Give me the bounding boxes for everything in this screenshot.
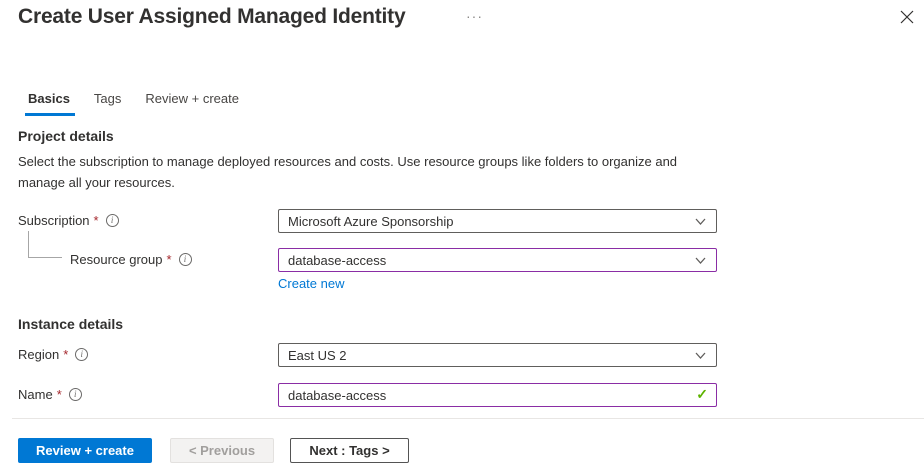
resource-group-field: database-access: [278, 248, 717, 272]
more-options-icon[interactable]: ···: [466, 8, 483, 24]
project-details-description: Select the subscription to manage deploy…: [18, 151, 690, 193]
region-dropdown[interactable]: East US 2: [278, 343, 717, 367]
subscription-field: Microsoft Azure Sponsorship: [278, 209, 717, 233]
resource-group-label-row: Resource group * i: [70, 252, 192, 267]
footer-divider: [12, 418, 924, 419]
info-icon[interactable]: i: [69, 388, 82, 401]
create-new-link[interactable]: Create new: [278, 276, 344, 291]
instance-details-heading: Instance details: [18, 316, 123, 332]
resource-group-dropdown[interactable]: database-access: [278, 248, 717, 272]
region-field: East US 2: [278, 343, 717, 367]
name-input[interactable]: [278, 383, 717, 407]
resource-group-label: Resource group: [70, 252, 163, 267]
region-label-row: Region * i: [18, 347, 88, 362]
info-icon[interactable]: i: [179, 253, 192, 266]
subscription-dropdown[interactable]: Microsoft Azure Sponsorship: [278, 209, 717, 233]
region-label: Region: [18, 347, 59, 362]
tab-basics[interactable]: Basics: [18, 85, 80, 116]
tab-tags[interactable]: Tags: [84, 85, 131, 116]
info-icon[interactable]: i: [75, 348, 88, 361]
name-label-row: Name * i: [18, 387, 82, 402]
wizard-tabs: Basics Tags Review + create: [18, 85, 253, 116]
required-asterisk: *: [63, 347, 68, 362]
required-asterisk: *: [94, 213, 99, 228]
info-icon[interactable]: i: [106, 214, 119, 227]
close-icon[interactable]: [896, 6, 918, 28]
create-identity-panel: Create User Assigned Managed Identity ··…: [0, 0, 924, 476]
previous-button[interactable]: < Previous: [170, 438, 274, 463]
name-label: Name: [18, 387, 53, 402]
close-x-glyph: [900, 10, 914, 24]
next-tags-button[interactable]: Next : Tags >: [290, 438, 409, 463]
project-details-heading: Project details: [18, 128, 114, 144]
name-field: ✓: [278, 383, 717, 407]
resource-group-connector-line: [28, 231, 62, 258]
review-create-button[interactable]: Review + create: [18, 438, 152, 463]
required-asterisk: *: [57, 387, 62, 402]
subscription-label: Subscription: [18, 213, 90, 228]
tab-review-create[interactable]: Review + create: [135, 85, 249, 116]
page-title: Create User Assigned Managed Identity: [18, 5, 405, 29]
subscription-label-row: Subscription * i: [18, 213, 119, 228]
required-asterisk: *: [167, 252, 172, 267]
